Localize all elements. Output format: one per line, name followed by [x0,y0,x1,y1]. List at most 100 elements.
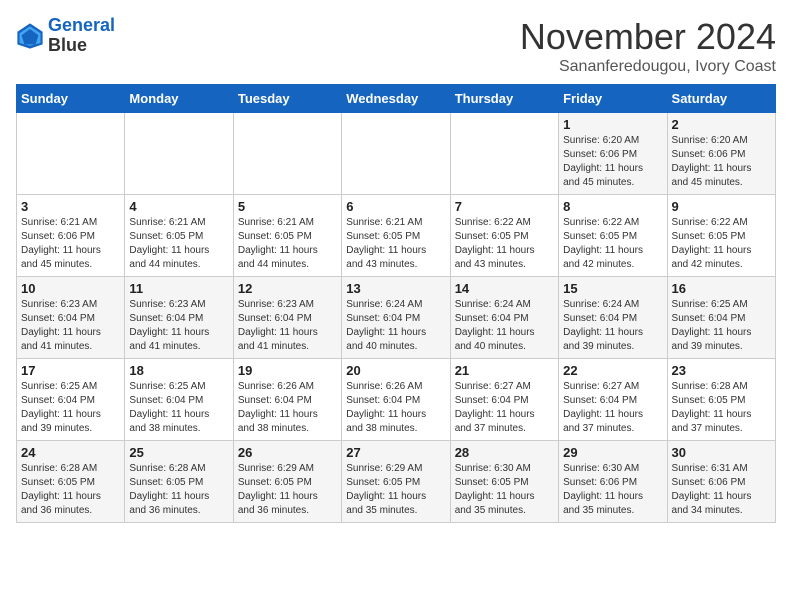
day-cell: 21 Sunrise: 6:27 AM Sunset: 6:04 PM Dayli… [450,359,558,441]
week-row-4: 17 Sunrise: 6:25 AM Sunset: 6:04 PM Dayli… [17,359,776,441]
header-cell-tuesday: Tuesday [233,85,341,113]
day-info: Sunrise: 6:29 AM Sunset: 6:05 PM Dayligh… [346,462,445,518]
day-cell: 27 Sunrise: 6:29 AM Sunset: 6:05 PM Dayli… [342,441,450,523]
day-cell: 5 Sunrise: 6:21 AM Sunset: 6:05 PM Daylig… [233,195,341,277]
day-number: 14 [455,281,554,296]
day-number: 24 [21,445,120,460]
calendar-table: SundayMondayTuesdayWednesdayThursdayFrid… [16,84,776,523]
day-cell: 11 Sunrise: 6:23 AM Sunset: 6:04 PM Dayli… [125,277,233,359]
day-number: 11 [129,281,228,296]
day-info: Sunrise: 6:22 AM Sunset: 6:05 PM Dayligh… [455,216,554,272]
day-cell: 17Sunrise: 6:25 AM Sunset: 6:04 PM Dayli… [17,359,125,441]
logo-icon [16,22,44,50]
day-number: 2 [672,117,771,132]
logo-line2: Blue [48,36,115,56]
day-cell: 14 Sunrise: 6:24 AM Sunset: 6:04 PM Dayli… [450,277,558,359]
day-number: 25 [129,445,228,460]
day-number: 20 [346,363,445,378]
day-cell: 26Sunrise: 6:29 AM Sunset: 6:05 PM Dayli… [233,441,341,523]
day-info: Sunrise: 6:27 AM Sunset: 6:04 PM Dayligh… [455,380,554,436]
day-cell: 28 Sunrise: 6:30 AM Sunset: 6:05 PM Dayli… [450,441,558,523]
day-cell: 12Sunrise: 6:23 AM Sunset: 6:04 PM Dayli… [233,277,341,359]
month-title: November 2024 [520,16,776,58]
day-number: 5 [238,199,337,214]
day-number: 17 [21,363,120,378]
day-info: Sunrise: 6:21 AM Sunset: 6:05 PM Dayligh… [129,216,228,272]
calendar-header: SundayMondayTuesdayWednesdayThursdayFrid… [17,85,776,113]
day-cell: 25 Sunrise: 6:28 AM Sunset: 6:05 PM Dayli… [125,441,233,523]
day-info: Sunrise: 6:22 AM Sunset: 6:05 PM Dayligh… [672,216,771,272]
day-cell: 13Sunrise: 6:24 AM Sunset: 6:04 PM Dayli… [342,277,450,359]
day-number: 12 [238,281,337,296]
day-info: Sunrise: 6:23 AM Sunset: 6:04 PM Dayligh… [129,298,228,354]
day-info: Sunrise: 6:30 AM Sunset: 6:06 PM Dayligh… [563,462,662,518]
day-info: Sunrise: 6:21 AM Sunset: 6:05 PM Dayligh… [238,216,337,272]
day-number: 28 [455,445,554,460]
day-cell: 30 Sunrise: 6:31 AM Sunset: 6:06 PM Dayli… [667,441,775,523]
page-header: General Blue November 2024 Sananferedoug… [16,16,776,76]
day-number: 9 [672,199,771,214]
day-number: 27 [346,445,445,460]
day-cell: 16Sunrise: 6:25 AM Sunset: 6:04 PM Dayli… [667,277,775,359]
day-info: Sunrise: 6:28 AM Sunset: 6:05 PM Dayligh… [672,380,771,436]
day-number: 15 [563,281,662,296]
week-row-5: 24 Sunrise: 6:28 AM Sunset: 6:05 PM Dayli… [17,441,776,523]
day-cell: 9 Sunrise: 6:22 AM Sunset: 6:05 PM Daylig… [667,195,775,277]
header-cell-wednesday: Wednesday [342,85,450,113]
header-row: SundayMondayTuesdayWednesdayThursdayFrid… [17,85,776,113]
day-cell [233,113,341,195]
title-block: November 2024 Sananferedougou, Ivory Coa… [520,16,776,76]
day-cell [342,113,450,195]
day-info: Sunrise: 6:20 AM Sunset: 6:06 PM Dayligh… [672,134,771,190]
day-cell: 20 Sunrise: 6:26 AM Sunset: 6:04 PM Dayli… [342,359,450,441]
day-info: Sunrise: 6:24 AM Sunset: 6:04 PM Dayligh… [563,298,662,354]
header-cell-thursday: Thursday [450,85,558,113]
week-row-1: 1 Sunrise: 6:20 AM Sunset: 6:06 PM Daylig… [17,113,776,195]
day-cell: 2 Sunrise: 6:20 AM Sunset: 6:06 PM Daylig… [667,113,775,195]
day-cell: 8Sunrise: 6:22 AM Sunset: 6:05 PM Daylig… [559,195,667,277]
day-info: Sunrise: 6:31 AM Sunset: 6:06 PM Dayligh… [672,462,771,518]
header-cell-sunday: Sunday [17,85,125,113]
day-number: 30 [672,445,771,460]
day-info: Sunrise: 6:28 AM Sunset: 6:05 PM Dayligh… [129,462,228,518]
day-info: Sunrise: 6:26 AM Sunset: 6:04 PM Dayligh… [346,380,445,436]
logo: General Blue [16,16,115,56]
header-cell-saturday: Saturday [667,85,775,113]
day-cell [450,113,558,195]
day-number: 7 [455,199,554,214]
day-info: Sunrise: 6:24 AM Sunset: 6:04 PM Dayligh… [346,298,445,354]
day-info: Sunrise: 6:21 AM Sunset: 6:05 PM Dayligh… [346,216,445,272]
day-cell: 10Sunrise: 6:23 AM Sunset: 6:04 PM Dayli… [17,277,125,359]
header-cell-friday: Friday [559,85,667,113]
day-cell: 4 Sunrise: 6:21 AM Sunset: 6:05 PM Daylig… [125,195,233,277]
day-cell: 24 Sunrise: 6:28 AM Sunset: 6:05 PM Dayli… [17,441,125,523]
day-number: 10 [21,281,120,296]
day-cell: 6 Sunrise: 6:21 AM Sunset: 6:05 PM Daylig… [342,195,450,277]
day-number: 4 [129,199,228,214]
day-number: 6 [346,199,445,214]
day-number: 22 [563,363,662,378]
day-info: Sunrise: 6:30 AM Sunset: 6:05 PM Dayligh… [455,462,554,518]
day-info: Sunrise: 6:20 AM Sunset: 6:06 PM Dayligh… [563,134,662,190]
day-info: Sunrise: 6:27 AM Sunset: 6:04 PM Dayligh… [563,380,662,436]
day-cell: 15 Sunrise: 6:24 AM Sunset: 6:04 PM Dayli… [559,277,667,359]
day-cell: 3Sunrise: 6:21 AM Sunset: 6:06 PM Daylig… [17,195,125,277]
day-number: 23 [672,363,771,378]
day-number: 1 [563,117,662,132]
subtitle: Sananferedougou, Ivory Coast [520,58,776,76]
day-info: Sunrise: 6:22 AM Sunset: 6:05 PM Dayligh… [563,216,662,272]
day-number: 19 [238,363,337,378]
day-number: 3 [21,199,120,214]
header-cell-monday: Monday [125,85,233,113]
day-info: Sunrise: 6:28 AM Sunset: 6:05 PM Dayligh… [21,462,120,518]
day-number: 16 [672,281,771,296]
day-cell: 19Sunrise: 6:26 AM Sunset: 6:04 PM Dayli… [233,359,341,441]
day-number: 26 [238,445,337,460]
day-cell: 22 Sunrise: 6:27 AM Sunset: 6:04 PM Dayli… [559,359,667,441]
day-info: Sunrise: 6:24 AM Sunset: 6:04 PM Dayligh… [455,298,554,354]
day-cell [17,113,125,195]
day-info: Sunrise: 6:25 AM Sunset: 6:04 PM Dayligh… [129,380,228,436]
day-number: 29 [563,445,662,460]
day-number: 21 [455,363,554,378]
day-cell: 7 Sunrise: 6:22 AM Sunset: 6:05 PM Daylig… [450,195,558,277]
